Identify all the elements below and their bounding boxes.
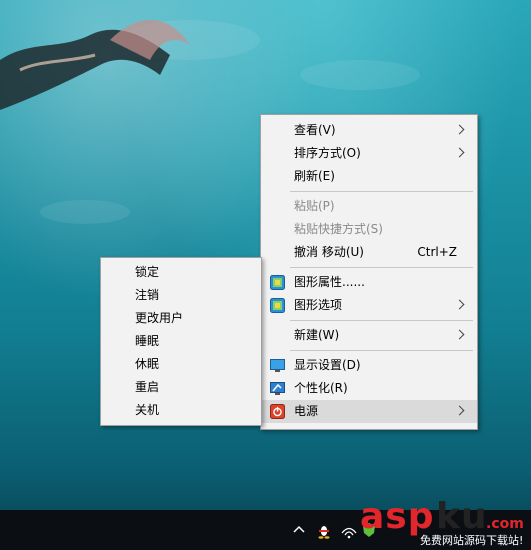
chevron-right-icon xyxy=(454,299,465,310)
submenu-item-label: 休眠 xyxy=(135,357,160,371)
menu-item-label: 查看(V) xyxy=(294,123,336,137)
menu-item-label: 排序方式(O) xyxy=(294,146,361,160)
menu-item-label: 电源 xyxy=(294,404,319,418)
menu-item-graphics-properties[interactable]: 图形属性...... xyxy=(261,271,477,294)
submenu-item-label: 更改用户 xyxy=(135,311,184,325)
menu-item-new[interactable]: 新建(W) xyxy=(261,324,477,347)
submenu-item-shut-down[interactable]: 关机 xyxy=(101,399,261,422)
watermark-ku: ku xyxy=(436,496,488,537)
submenu-item-hibernate[interactable]: 休眠 xyxy=(101,353,261,376)
menu-item-shortcut: Ctrl+Z xyxy=(417,245,457,259)
submenu-item-label: 锁定 xyxy=(135,265,160,279)
water-ripple xyxy=(40,200,130,224)
menu-separator xyxy=(290,267,473,268)
power-icon xyxy=(270,404,285,419)
menu-separator xyxy=(290,320,473,321)
submenu-item-label: 睡眠 xyxy=(135,334,160,348)
submenu-item-switch-user[interactable]: 更改用户 xyxy=(101,307,261,330)
intel-graphics-icon xyxy=(270,298,285,313)
submenu-item-sign-out[interactable]: 注销 xyxy=(101,284,261,307)
chevron-up-icon[interactable] xyxy=(292,521,306,539)
watermark-tagline: 免费网站源码下载站! xyxy=(420,534,524,547)
menu-item-label: 新建(W) xyxy=(294,328,340,342)
site-watermark: asp ku .com 免费网站源码下载站! xyxy=(358,496,528,547)
menu-item-paste-shortcut: 粘贴快捷方式(S) xyxy=(261,218,477,241)
menu-item-label: 粘贴(P) xyxy=(294,199,335,213)
menu-item-label: 刷新(E) xyxy=(294,169,335,183)
submenu-item-lock[interactable]: 锁定 xyxy=(101,261,261,284)
menu-item-power[interactable]: 电源 xyxy=(261,400,477,423)
menu-item-sort-by[interactable]: 排序方式(O) xyxy=(261,142,477,165)
menu-item-label: 个性化(R) xyxy=(294,381,348,395)
menu-item-undo-move[interactable]: 撤消 移动(U) Ctrl+Z xyxy=(261,241,477,264)
chevron-right-icon xyxy=(454,329,465,340)
chevron-right-icon xyxy=(454,405,465,416)
menu-item-refresh[interactable]: 刷新(E) xyxy=(261,165,477,188)
submenu-item-label: 重启 xyxy=(135,380,160,394)
water-ripple xyxy=(300,60,420,90)
menu-item-display-settings[interactable]: 显示设置(D) xyxy=(261,354,477,377)
monitor-icon xyxy=(270,359,285,372)
wifi-icon[interactable] xyxy=(340,521,358,539)
menu-item-label: 图形选项 xyxy=(294,298,343,312)
chevron-right-icon xyxy=(454,124,465,135)
desktop-context-menu: 查看(V) 排序方式(O) 刷新(E) 粘贴(P) 粘贴快捷方式(S) 撤消 移… xyxy=(260,114,478,430)
watermark-asp: asp xyxy=(360,496,435,537)
personalize-icon xyxy=(270,382,285,395)
menu-item-label: 显示设置(D) xyxy=(294,358,361,372)
qq-penguin-icon[interactable] xyxy=(316,521,332,539)
chevron-right-icon xyxy=(454,147,465,158)
submenu-item-restart[interactable]: 重启 xyxy=(101,376,261,399)
submenu-item-label: 注销 xyxy=(135,288,160,302)
submenu-item-label: 关机 xyxy=(135,403,160,417)
intel-graphics-icon xyxy=(270,275,285,290)
menu-separator xyxy=(290,350,473,351)
menu-item-label: 撤消 移动(U) xyxy=(294,245,364,259)
menu-separator xyxy=(290,191,473,192)
menu-item-label: 粘贴快捷方式(S) xyxy=(294,222,383,236)
menu-item-graphics-options[interactable]: 图形选项 xyxy=(261,294,477,317)
menu-item-view[interactable]: 查看(V) xyxy=(261,119,477,142)
menu-item-paste: 粘贴(P) xyxy=(261,195,477,218)
watermark-dotcom: .com xyxy=(486,516,524,532)
power-submenu: 锁定 注销 更改用户 睡眠 休眠 重启 关机 xyxy=(100,257,262,426)
menu-item-personalize[interactable]: 个性化(R) xyxy=(261,377,477,400)
mermaid-image xyxy=(0,19,190,110)
submenu-item-sleep[interactable]: 睡眠 xyxy=(101,330,261,353)
menu-item-label: 图形属性...... xyxy=(294,275,365,289)
